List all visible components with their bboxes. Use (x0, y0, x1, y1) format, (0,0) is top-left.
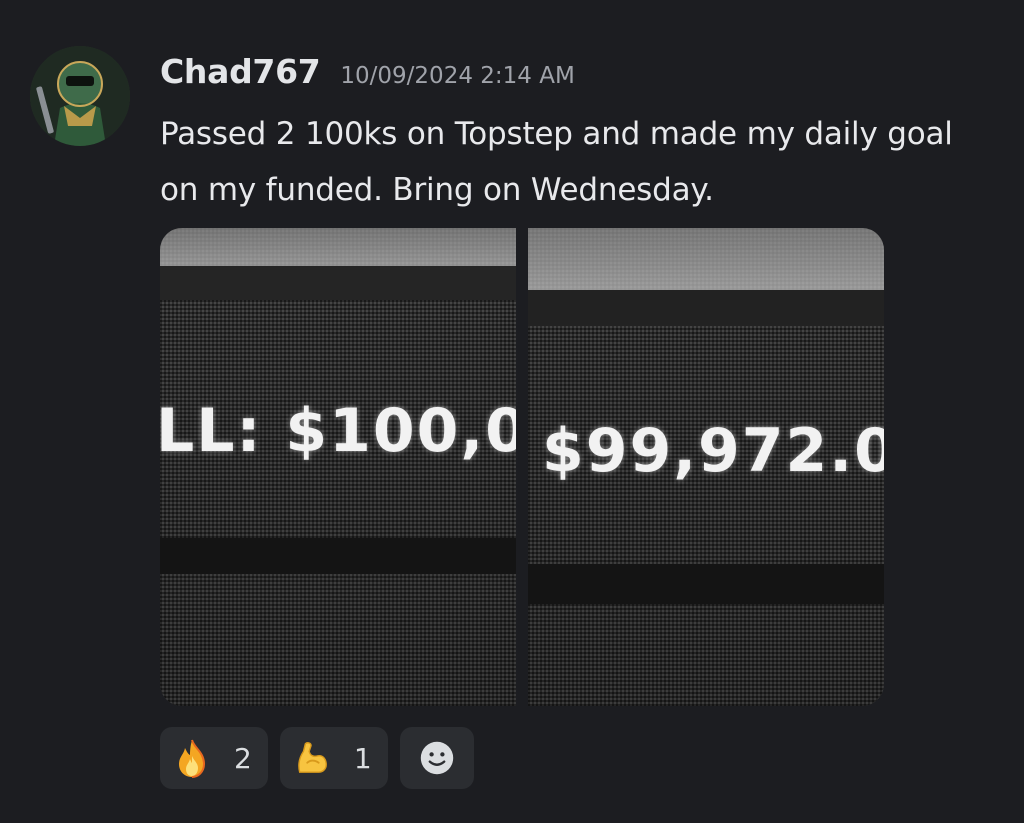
dark-band (528, 564, 884, 604)
timestamp: 10/09/2024 2:14 AM (340, 63, 575, 89)
message-text: Passed 2 100ks on Topstep and made my da… (160, 116, 953, 208)
add-reaction-smiley-icon (419, 740, 455, 776)
avatar-image (30, 46, 130, 146)
add-reaction-button[interactable] (399, 727, 474, 789)
balance-text: LL: $100,00 (160, 396, 516, 466)
username[interactable]: Chad767 (160, 52, 321, 91)
reaction-fire[interactable]: 2 (160, 727, 268, 789)
bright-band (528, 228, 884, 290)
image-attachment-1[interactable]: LL: $100,00 (160, 228, 516, 706)
dark-band (160, 538, 516, 574)
fire-icon (174, 739, 210, 778)
image-attachments: LL: $100,00 $99,972.0 (160, 228, 884, 706)
reaction-count: 1 (353, 741, 372, 775)
flexed-biceps-icon (294, 740, 330, 776)
dark-band (528, 290, 884, 326)
bright-band (160, 228, 516, 266)
chat-message: Chad767 10/09/2024 2:14 AM Passed 2 100k… (0, 0, 1024, 823)
balance-text: $99,972.0 (542, 416, 884, 486)
reaction-count: 2 (234, 741, 252, 775)
image-attachment-2[interactable]: $99,972.0 (528, 228, 884, 706)
dark-band (160, 266, 516, 300)
message-header: Chad767 10/09/2024 2:14 AM (160, 52, 575, 91)
avatar[interactable] (30, 46, 130, 146)
reactions-bar: 2 1 (160, 727, 474, 789)
reaction-flexed-biceps[interactable]: 1 (279, 727, 388, 789)
